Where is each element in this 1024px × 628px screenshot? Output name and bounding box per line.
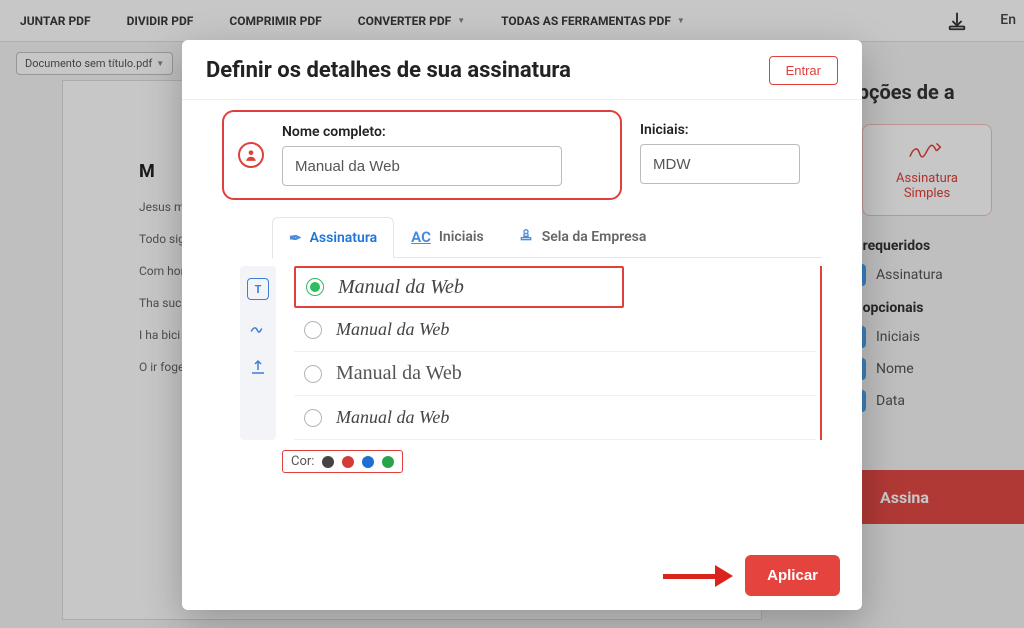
tab-label: Assinatura — [310, 230, 378, 246]
draw-signature-icon[interactable] — [249, 318, 267, 340]
initials-label: Iniciais: — [640, 122, 800, 138]
signature-modal: Definir os detalhes de sua assinatura En… — [182, 40, 862, 610]
modal-title: Definir os detalhes de sua assinatura — [206, 58, 571, 83]
radio-unselected[interactable] — [304, 321, 322, 339]
tab-iniciais[interactable]: AC Iniciais — [394, 216, 501, 257]
color-swatch-blue[interactable] — [362, 456, 374, 468]
tab-label: Sela da Empresa — [542, 229, 647, 245]
full-name-input[interactable] — [282, 146, 562, 186]
signature-preview: Manual da Web — [338, 276, 464, 299]
stamp-icon — [518, 227, 534, 247]
full-name-label: Nome completo: — [282, 124, 562, 140]
radio-unselected[interactable] — [304, 365, 322, 383]
color-swatch-green[interactable] — [382, 456, 394, 468]
signature-preview: Manual da Web — [336, 319, 449, 340]
signature-tabs: ✒ Assinatura AC Iniciais Sela da Empresa — [272, 216, 822, 258]
apply-button[interactable]: Aplicar — [745, 555, 840, 596]
signature-input-toolbar: T — [240, 266, 276, 440]
radio-unselected[interactable] — [304, 409, 322, 427]
signature-style-option[interactable]: Manual da Web — [294, 266, 624, 308]
radio-selected[interactable] — [306, 278, 324, 296]
initials-input[interactable] — [640, 144, 800, 184]
person-icon — [238, 142, 264, 168]
color-label: Cor: — [291, 454, 314, 469]
color-picker-row: Cor: — [282, 450, 403, 473]
tab-sela[interactable]: Sela da Empresa — [501, 216, 664, 257]
pen-icon: ✒ — [289, 229, 302, 247]
arrow-right-icon — [663, 569, 733, 583]
text-type-icon[interactable]: T — [247, 278, 269, 300]
signature-style-option[interactable]: Manual da Web — [294, 396, 816, 440]
login-button[interactable]: Entrar — [769, 56, 838, 85]
upload-icon[interactable] — [249, 358, 267, 380]
signature-style-option[interactable]: Manual da Web — [294, 308, 816, 352]
color-swatch-red[interactable] — [342, 456, 354, 468]
full-name-block: Nome completo: — [222, 110, 622, 200]
initials-underline-icon: AC — [411, 228, 431, 246]
signature-style-option[interactable]: Manual da Web — [294, 352, 816, 396]
signature-preview: Manual da Web — [336, 362, 462, 385]
tab-label: Iniciais — [439, 229, 484, 245]
signature-preview: Manual da Web — [336, 407, 449, 428]
color-swatch-black[interactable] — [322, 456, 334, 468]
tab-assinatura[interactable]: ✒ Assinatura — [272, 217, 394, 258]
signature-style-list: Manual da Web Manual da Web Manual da We… — [294, 266, 822, 440]
